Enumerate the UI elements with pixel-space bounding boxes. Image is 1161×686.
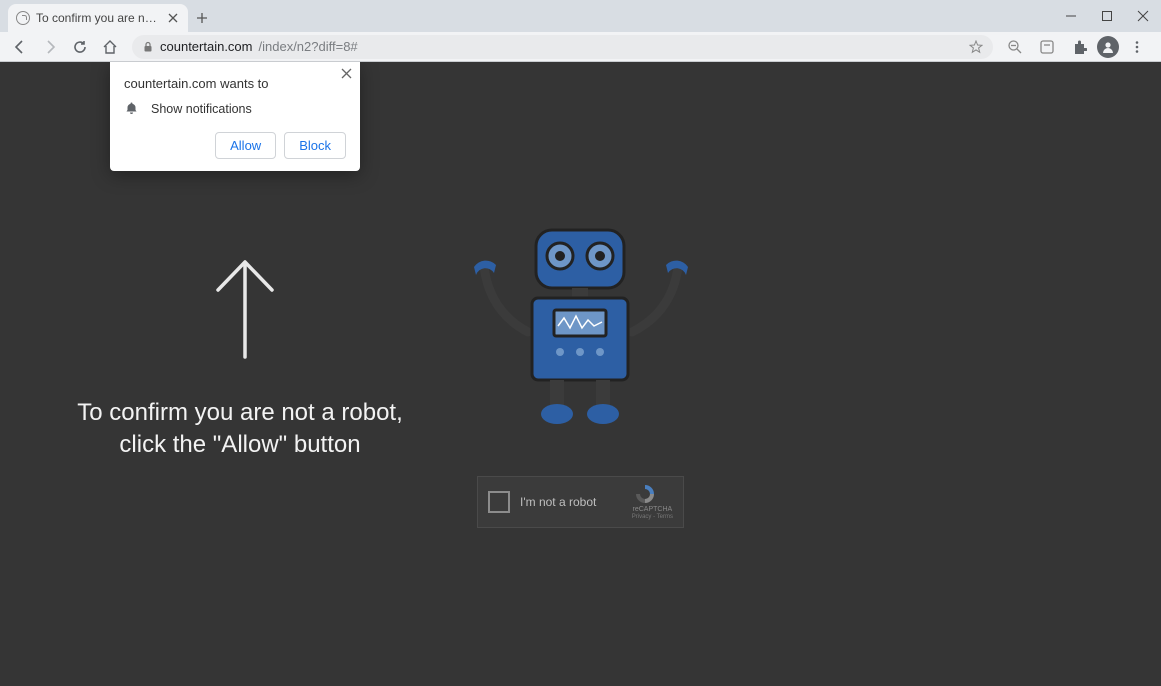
- bell-icon: [124, 101, 139, 116]
- instruction-text: To confirm you are not a robot, click th…: [70, 397, 410, 462]
- close-icon[interactable]: [341, 68, 352, 79]
- reader-icon[interactable]: [1033, 34, 1061, 60]
- lock-icon: [142, 41, 154, 53]
- forward-button[interactable]: [36, 34, 64, 60]
- maximize-button[interactable]: [1089, 0, 1125, 32]
- url-path: /index/n2?diff=8#: [259, 39, 358, 54]
- arrow-up-icon: [210, 252, 280, 362]
- robot-illustration: [460, 212, 700, 432]
- close-tab-icon[interactable]: [166, 11, 180, 25]
- bookmark-star-icon[interactable]: [969, 40, 983, 54]
- profile-avatar[interactable]: [1097, 36, 1119, 58]
- browser-titlebar: To confirm you are not a robot, c: [0, 0, 1161, 32]
- recaptcha-logo-icon: [632, 483, 658, 505]
- close-window-button[interactable]: [1125, 0, 1161, 32]
- recaptcha-widget: I'm not a robot reCAPTCHA Privacy - Term…: [477, 476, 684, 528]
- extensions-icon[interactable]: [1065, 34, 1093, 60]
- tab-title: To confirm you are not a robot, c: [36, 11, 160, 25]
- recaptcha-links[interactable]: Privacy - Terms: [632, 514, 673, 521]
- block-button[interactable]: Block: [284, 132, 346, 159]
- recaptcha-badge: reCAPTCHA Privacy - Terms: [632, 483, 673, 522]
- page-content: countertain.com wants to Show notificati…: [0, 62, 1161, 686]
- instruction-line-2: click the "Allow" button: [70, 429, 410, 461]
- notification-permission-popup: countertain.com wants to Show notificati…: [110, 62, 360, 171]
- window-controls: [1053, 0, 1161, 32]
- notification-origin: countertain.com wants to: [124, 76, 346, 91]
- permission-label: Show notifications: [151, 102, 252, 116]
- recaptcha-label: I'm not a robot: [520, 495, 622, 509]
- recaptcha-checkbox[interactable]: [488, 491, 510, 513]
- allow-button[interactable]: Allow: [215, 132, 276, 159]
- browser-tab[interactable]: To confirm you are not a robot, c: [8, 4, 188, 32]
- browser-toolbar: countertain.com/index/n2?diff=8#: [0, 32, 1161, 62]
- new-tab-button[interactable]: [188, 4, 216, 32]
- address-bar[interactable]: countertain.com/index/n2?diff=8#: [132, 35, 993, 59]
- recaptcha-brand: reCAPTCHA: [632, 506, 673, 514]
- instruction-line-1: To confirm you are not a robot,: [70, 397, 410, 429]
- reload-button[interactable]: [66, 34, 94, 60]
- zoom-out-icon[interactable]: [1001, 34, 1029, 60]
- back-button[interactable]: [6, 34, 34, 60]
- menu-icon[interactable]: [1123, 34, 1151, 60]
- globe-icon: [16, 11, 30, 25]
- home-button[interactable]: [96, 34, 124, 60]
- url-domain: countertain.com: [160, 39, 253, 54]
- minimize-button[interactable]: [1053, 0, 1089, 32]
